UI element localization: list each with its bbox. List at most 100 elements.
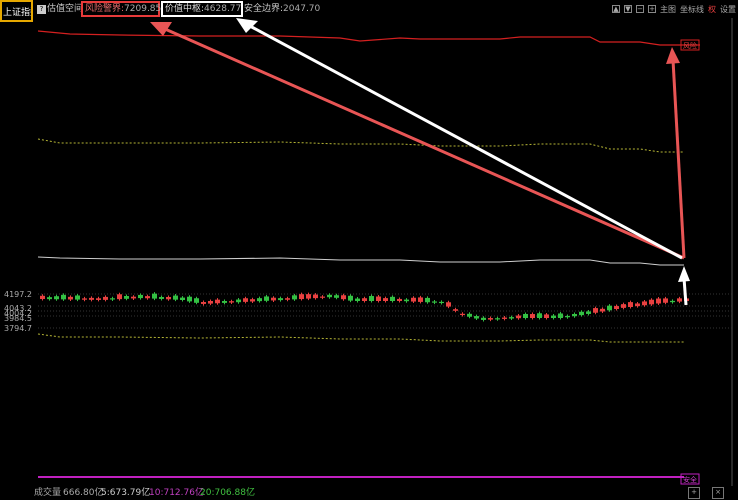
candle-body [656, 298, 661, 304]
candle-body [40, 295, 45, 300]
upper-band-line [37, 138, 684, 153]
candle-body [523, 313, 528, 318]
candle-body [271, 297, 276, 301]
candle-body [502, 317, 507, 319]
candle-body [467, 313, 472, 317]
volume-value: 666.80亿 [63, 488, 104, 498]
candle-body [600, 308, 605, 312]
candle-body [614, 306, 619, 310]
candle-body [222, 301, 227, 303]
safe-tag: 安全 [683, 475, 697, 484]
candle-body [299, 294, 304, 300]
candle-body [439, 301, 444, 304]
candle-body [425, 297, 430, 303]
red-arrow-to-risk [164, 27, 685, 260]
candle-body [579, 311, 584, 316]
candle-body [54, 296, 59, 300]
candle-body [355, 298, 360, 301]
candle-body [621, 304, 626, 308]
candle-body [138, 294, 143, 299]
candle-body [47, 297, 52, 300]
valuation-chart: 风险 安全 [37, 18, 733, 486]
candle-body [551, 315, 556, 318]
candle-body [292, 295, 297, 300]
candle-body [544, 314, 549, 318]
candle-body [61, 294, 66, 300]
candle-body [229, 301, 234, 303]
candle-body [635, 303, 640, 307]
candle-body [285, 298, 290, 300]
candle-body [418, 297, 423, 302]
candle-body [397, 298, 402, 301]
ma5-value: 5:673.79亿 [101, 488, 151, 498]
candle-body [110, 298, 115, 300]
candle-body [341, 295, 346, 300]
add-icon[interactable]: + [688, 487, 700, 499]
candle-body [537, 313, 542, 318]
candle-body [593, 308, 598, 313]
candle-body [362, 298, 367, 301]
risk-tag: 风险 [683, 41, 697, 50]
candle-body [159, 297, 164, 299]
candle-body [257, 298, 262, 302]
candle-body [201, 302, 206, 304]
candle-body [306, 294, 311, 299]
candle-body [166, 296, 171, 300]
volume-label: 成交量 [34, 488, 62, 498]
candle-body [152, 293, 157, 299]
candle-body [390, 296, 395, 301]
candle-body [236, 299, 241, 303]
candle-body [649, 299, 654, 305]
candle-body [117, 294, 122, 300]
safety-margin-line [37, 333, 684, 343]
candle-body [131, 296, 136, 299]
candle-body [677, 298, 682, 302]
annotation-arrows [150, 18, 690, 306]
candle-body [460, 313, 465, 315]
candle-body [124, 296, 129, 299]
candle-body [180, 297, 185, 300]
candle-body [565, 315, 570, 318]
ma10-value: 10:712.76亿 [149, 488, 204, 498]
collapse-icon[interactable]: × [712, 487, 724, 499]
candle-body [376, 296, 381, 301]
candle-body [82, 298, 87, 300]
candle-body [607, 305, 612, 311]
candle-body [453, 309, 458, 311]
candle-body [404, 299, 409, 302]
value-center-line [37, 256, 684, 266]
candle-body [208, 300, 213, 304]
candle-body [215, 299, 220, 304]
ma20-value: 20:706.88亿 [200, 488, 255, 498]
red-arrow-up [671, 59, 686, 259]
candle-body [194, 298, 199, 303]
candle-body [670, 300, 675, 303]
candle-body [495, 318, 500, 320]
white-arrow-to-mid [247, 23, 683, 260]
candle-body [75, 295, 80, 300]
candle-body [572, 313, 577, 317]
candle-body [320, 296, 325, 298]
candle-body [642, 301, 647, 306]
candle-body [264, 296, 269, 301]
candle-body [250, 299, 255, 302]
candle-body [516, 315, 521, 319]
risk-warning-line [37, 30, 700, 46]
candle-body [383, 298, 388, 301]
candle-body [145, 296, 150, 299]
candlestick-series [40, 292, 689, 322]
candle-body [411, 297, 416, 302]
candle-body [432, 301, 437, 303]
candle-body [481, 317, 486, 320]
candle-body [586, 311, 591, 314]
candle-body [68, 296, 73, 300]
candle-body [558, 313, 563, 318]
candle-body [313, 294, 318, 299]
volume-info-bar: 成交量 666.80亿 5:673.79亿 10:712.76亿 20:706.… [0, 486, 738, 500]
candle-body [474, 316, 479, 319]
white-arrowhead [236, 18, 258, 33]
candle-body [628, 302, 633, 307]
candle-body [509, 317, 514, 319]
white-arrow-up [682, 277, 688, 306]
candle-body [327, 294, 332, 298]
